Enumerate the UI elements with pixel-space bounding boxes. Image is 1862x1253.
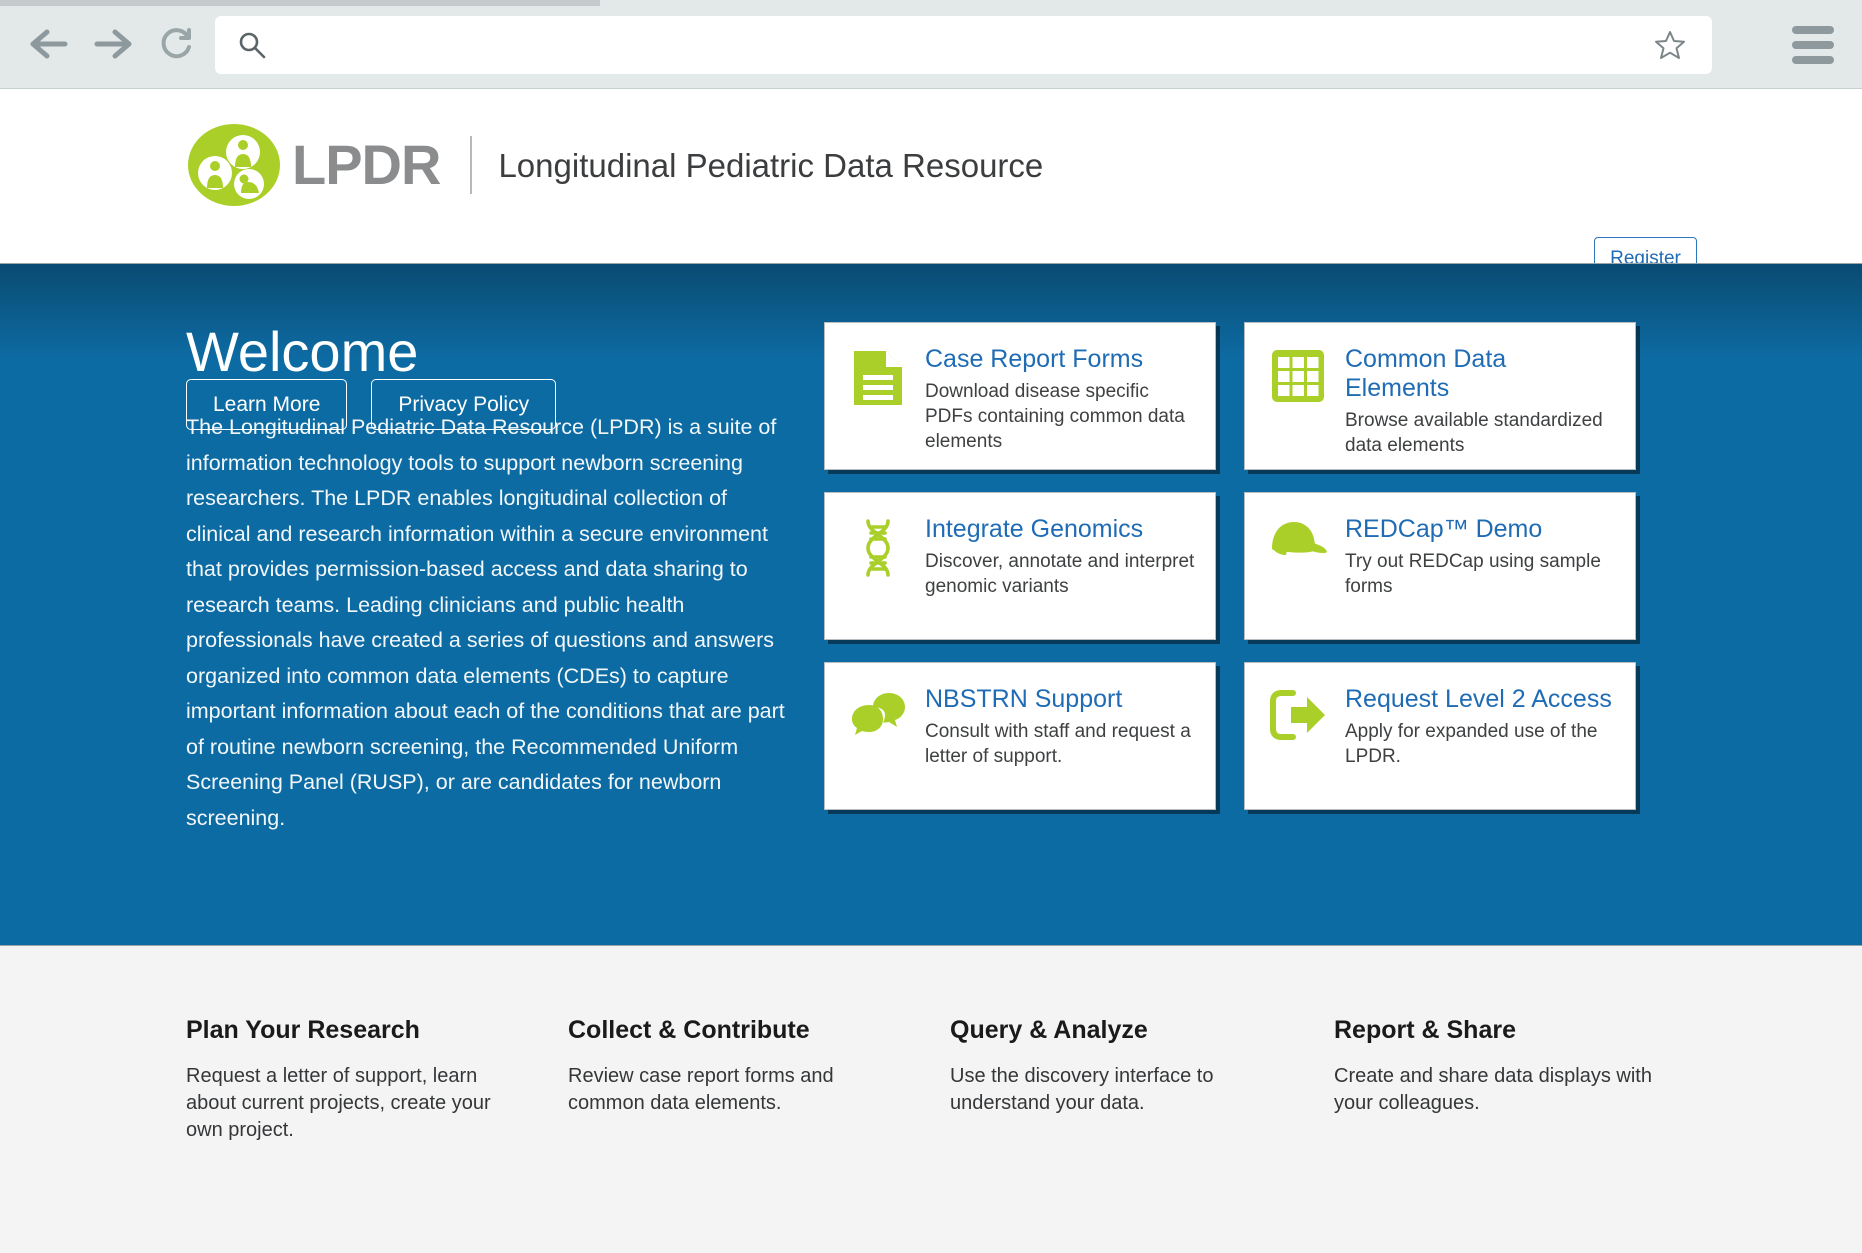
footer-column-description: Request a letter of support, learn about… xyxy=(186,1065,491,1141)
hero-section: Welcome The Longitudinal Pediatric Data … xyxy=(0,263,1862,945)
hamburger-line xyxy=(1792,26,1834,34)
tile-common-data-elements[interactable]: Common Data Elements Browse available st… xyxy=(1244,322,1636,470)
tile-text-slot: Common Data Elements Browse available st… xyxy=(1345,345,1615,469)
forward-button[interactable] xyxy=(84,18,142,70)
tile-icon-slot xyxy=(1267,685,1329,809)
footer-section: Plan Your Research Request a letter of s… xyxy=(0,945,1862,1253)
footer-column-query-analyze: Query & Analyze Use the discovery interf… xyxy=(950,1018,1334,1144)
tile-request-level-2-access[interactable]: Request Level 2 Access Apply for expande… xyxy=(1244,662,1636,810)
tile-title: Common Data Elements xyxy=(1345,345,1507,402)
footer-column-report-share: Report & Share Create and share data dis… xyxy=(1334,1018,1716,1144)
welcome-heading: Welcome xyxy=(186,320,419,383)
exit-arrow-icon xyxy=(1270,690,1325,740)
tile-case-report-forms[interactable]: Case Report Forms Download disease speci… xyxy=(824,322,1216,470)
footer-columns: Plan Your Research Request a letter of s… xyxy=(186,1018,1716,1144)
grid-table-icon xyxy=(1272,350,1324,402)
tile-text-slot: NBSTRN Support Consult with staff and re… xyxy=(925,685,1195,809)
tile-title: REDCap™ Demo xyxy=(1345,515,1543,543)
tile-text-slot: Integrate Genomics Discover, annotate an… xyxy=(925,515,1195,639)
learn-more-button[interactable]: Learn More xyxy=(186,379,348,430)
hero-left-column: Welcome The Longitudinal Pediatric Data … xyxy=(186,324,786,836)
tile-description: Try out REDCap using sample forms xyxy=(1345,550,1601,597)
brand[interactable]: LPDR Longitudinal Pediatric Data Resourc… xyxy=(186,123,1043,207)
privacy-policy-button[interactable]: Privacy Policy xyxy=(371,379,557,430)
dna-helix-icon xyxy=(866,519,890,577)
back-button[interactable] xyxy=(20,18,78,70)
footer-column-title: Collect & Contribute xyxy=(568,1016,810,1044)
tile-icon-slot xyxy=(847,345,909,469)
welcome-paragraph: The Longitudinal Pediatric Data Resource… xyxy=(186,415,785,830)
brand-abbr: LPDR xyxy=(292,133,441,196)
speech-bubbles-icon xyxy=(852,693,905,735)
star-icon[interactable] xyxy=(1654,29,1686,61)
tile-icon-slot xyxy=(1267,345,1329,469)
footer-column-collect-contribute: Collect & Contribute Review case report … xyxy=(568,1018,950,1144)
footer-column-title: Report & Share xyxy=(1334,1016,1516,1044)
tile-description: Browse available standardized data eleme… xyxy=(1345,409,1603,456)
browser-nav-buttons xyxy=(20,18,206,70)
baseball-cap-icon xyxy=(1272,522,1327,555)
tile-integrate-genomics[interactable]: Integrate Genomics Discover, annotate an… xyxy=(824,492,1216,640)
footer-column-title: Plan Your Research xyxy=(186,1016,420,1044)
tile-title: NBSTRN Support xyxy=(925,685,1123,713)
search-icon xyxy=(237,30,267,60)
browser-toolbar xyxy=(0,0,1862,89)
tile-icon-slot xyxy=(847,685,909,809)
tile-description: Consult with staff and request a letter … xyxy=(925,720,1191,767)
footer-column-plan-your-research: Plan Your Research Request a letter of s… xyxy=(186,1018,568,1144)
arrow-right-icon xyxy=(94,29,132,59)
hamburger-menu-icon[interactable] xyxy=(1792,26,1834,64)
lpdr-logo-icon xyxy=(188,124,280,206)
address-bar[interactable] xyxy=(215,16,1712,74)
tile-nbstrn-support[interactable]: NBSTRN Support Consult with staff and re… xyxy=(824,662,1216,810)
reload-button[interactable] xyxy=(148,18,206,70)
tile-icon-slot xyxy=(847,515,909,639)
footer-column-title: Query & Analyze xyxy=(950,1016,1148,1044)
tile-text-slot: Case Report Forms Download disease speci… xyxy=(925,345,1195,469)
brand-divider xyxy=(470,136,473,194)
document-icon xyxy=(854,351,902,405)
hamburger-line xyxy=(1792,41,1834,49)
tile-title: Request Level 2 Access xyxy=(1345,685,1612,713)
hero-button-group: Learn More Privacy Policy xyxy=(186,379,557,430)
arrow-left-icon xyxy=(30,29,68,59)
footer-column-description: Use the discovery interface to understan… xyxy=(950,1065,1214,1114)
page-title: Longitudinal Pediatric Data Resource xyxy=(498,146,1044,184)
search-input[interactable] xyxy=(267,33,1654,57)
browser-tab-strip xyxy=(0,0,600,6)
tile-description: Download disease specific PDFs containin… xyxy=(925,380,1185,452)
reload-icon xyxy=(161,28,191,59)
hamburger-line xyxy=(1792,56,1834,64)
tile-text-slot: Request Level 2 Access Apply for expande… xyxy=(1345,685,1615,809)
tile-title: Integrate Genomics xyxy=(925,515,1144,543)
tile-redcap-demo[interactable]: REDCap™ Demo Try out REDCap using sample… xyxy=(1244,492,1636,640)
tile-title: Case Report Forms xyxy=(925,345,1144,373)
tile-description: Apply for expanded use of the LPDR. xyxy=(1345,720,1598,767)
tile-icon-slot xyxy=(1267,515,1329,639)
tile-grid: Case Report Forms Download disease speci… xyxy=(824,322,1636,810)
site-header: LPDR Longitudinal Pediatric Data Resourc… xyxy=(0,89,1862,281)
tile-description: Discover, annotate and interpret genomic… xyxy=(925,550,1195,597)
tile-text-slot: REDCap™ Demo Try out REDCap using sample… xyxy=(1345,515,1615,639)
footer-column-description: Create and share data displays with your… xyxy=(1334,1065,1652,1114)
footer-column-description: Review case report forms and common data… xyxy=(568,1065,834,1114)
